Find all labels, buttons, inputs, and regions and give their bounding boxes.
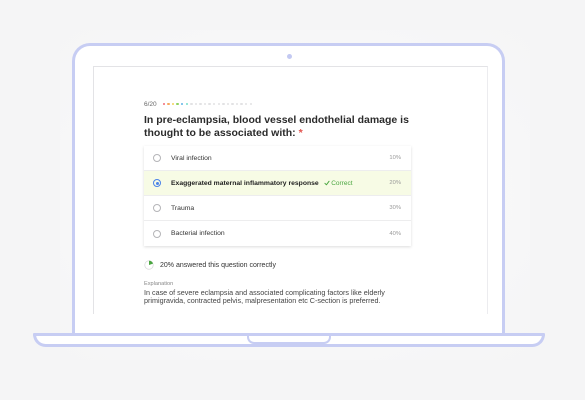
progress-dot [222,102,225,106]
stats-text: 20% answered this question correctly [160,261,276,269]
progress-dot [194,102,198,106]
progress-dot [231,102,234,106]
progress-dot-answered [185,102,188,106]
camera-dot [287,54,292,59]
option-label: Bacterial infection [171,230,225,237]
option-label: Trauma [171,204,195,212]
option-bacterial-infection[interactable]: Bacterial infection 40% [144,221,411,246]
progress-dot [235,102,239,106]
radio-button[interactable] [153,154,161,162]
option-label: Viral infection [171,154,212,162]
progress-dot [208,102,211,106]
quiz-screen: 6/20 In pre-eclampsia, blood vessel endo… [93,66,488,314]
check-icon [324,180,330,186]
option-trauma[interactable]: Trauma 30% [144,196,411,221]
option-exaggerated-inflammatory-response[interactable]: Exaggerated maternal inflammatory respon… [144,171,411,196]
correct-label: Correct [331,179,353,187]
progress-dots [162,102,253,106]
answer-stats: 20% answered this question correctly [144,260,276,270]
required-mark: * [298,126,303,139]
option-viral-infection[interactable]: Viral infection 10% [144,146,411,171]
progress-dot-answered [176,102,179,106]
question-text: In pre-eclampsia, blood vessel endotheli… [144,114,409,139]
option-percent: 40% [389,230,401,237]
progress-dot [245,102,248,106]
progress-dot [249,102,253,106]
radio-button[interactable] [153,204,161,212]
answer-options: Viral infection 10% Exaggerated maternal… [144,146,411,246]
radio-button[interactable] [153,229,161,238]
pie-chart-slice [149,260,154,265]
progress-dot-answered [171,102,175,106]
correct-badge: Correct [324,180,353,187]
progress-dot [217,102,220,106]
progress-dot [213,102,216,106]
option-percent: 20% [389,180,401,186]
progress-dot [203,102,207,106]
progress-dot-answered [162,102,166,106]
explanation-label: Explanation [144,281,174,287]
option-percent: 30% [389,205,401,211]
progress-dot [199,102,202,106]
radio-button-selected[interactable] [153,179,161,187]
progress-indicator: 6/20 [144,99,253,109]
progress-count: 6/20 [144,100,157,108]
pie-chart-icon [144,260,154,270]
explanation-text: In case of severe eclampsia and associat… [144,288,385,306]
option-percent: 10% [389,155,401,161]
option-label: Exaggerated maternal inflammatory respon… [171,179,319,187]
question-title: In pre-eclampsia, blood vessel endotheli… [144,114,424,139]
progress-dot [226,102,230,106]
laptop-notch [247,336,331,344]
progress-dot-answered [180,102,184,106]
progress-dot [190,102,193,106]
progress-dot [240,102,243,106]
progress-dot-answered [167,102,170,106]
